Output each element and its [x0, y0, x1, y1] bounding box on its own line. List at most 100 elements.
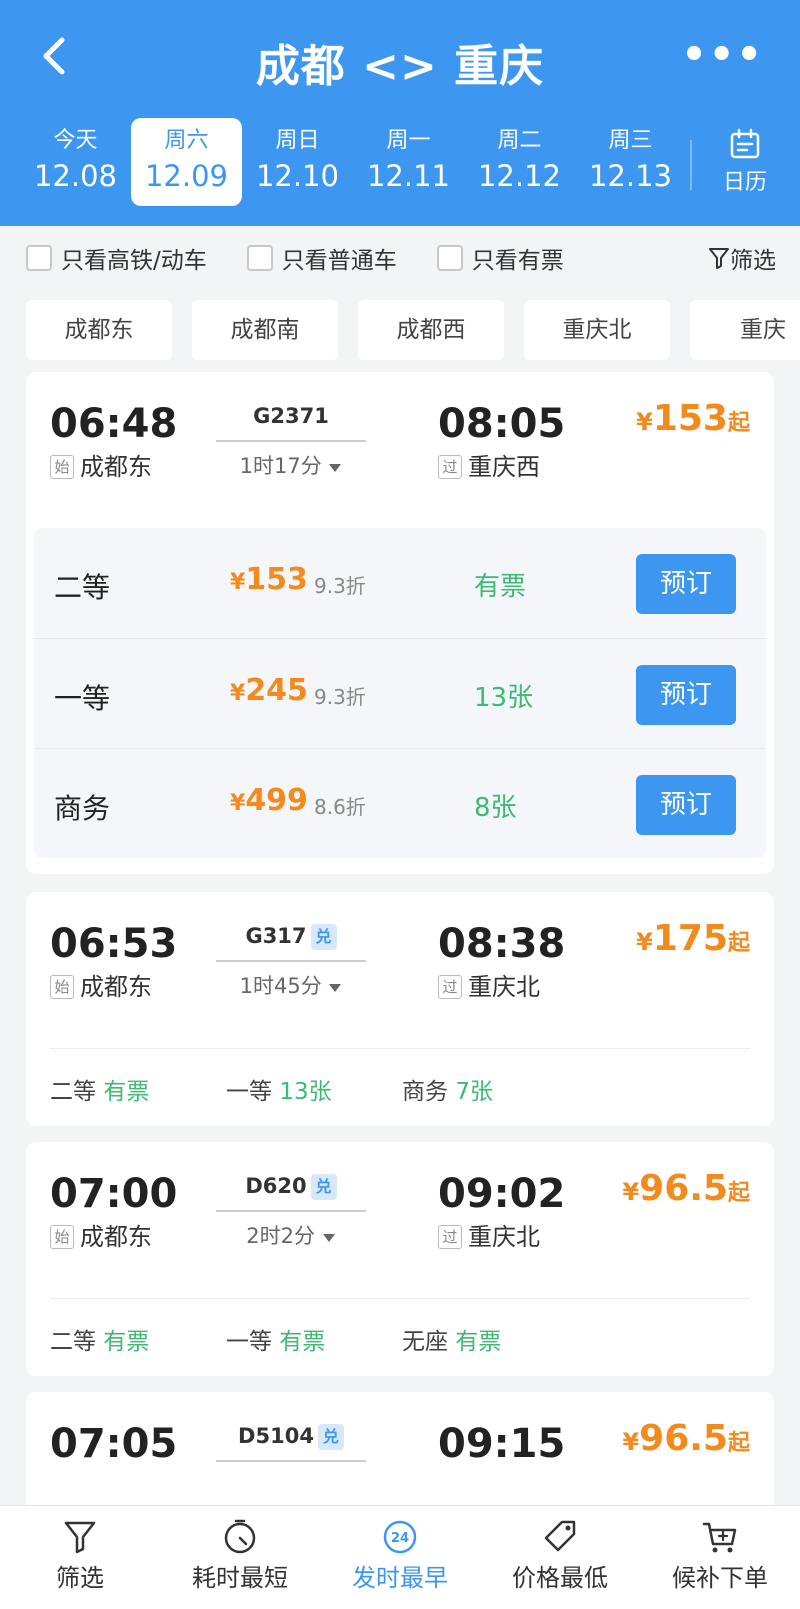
divider [690, 140, 692, 190]
departure-station: 始 成都东 [50, 452, 152, 482]
filter-bar: 只看高铁/动车 只看普通车 只看有票 筛选 [26, 238, 776, 278]
date-tab[interactable]: 周日 12.10 [242, 118, 353, 206]
date-tab-selected[interactable]: 周六 12.09 [131, 118, 242, 206]
seat-panel: 二等 ¥153 9.3折 有票 预订 一等 ¥245 9.3折 13张 预订 商… [34, 528, 766, 858]
tab-label: 筛选 [56, 1564, 104, 1592]
seat-price-value: 245 [245, 673, 308, 708]
station-chip[interactable]: 重庆 [690, 300, 800, 360]
date-value: 12.08 [33, 159, 118, 193]
currency-symbol: ¥ [636, 928, 653, 956]
currency-symbol: ¥ [230, 570, 246, 595]
caret-down-icon [322, 1234, 335, 1242]
departure-time: 07:05 [50, 1421, 178, 1467]
date-weekday: 周日 [275, 128, 320, 153]
date-tab[interactable]: 周二 12.12 [464, 118, 575, 206]
currency-symbol: ¥ [230, 681, 246, 706]
train-card[interactable]: 06:48 始 成都东 G2371 1时17分 08:05 过 重庆西 ¥153… [26, 372, 774, 874]
filter-button[interactable]: 筛选 [708, 241, 776, 275]
duration[interactable]: 2时2分 [216, 1220, 366, 1250]
caret-down-icon [329, 984, 342, 992]
divider [50, 1298, 750, 1299]
train-number: G317 [245, 924, 307, 948]
book-button[interactable]: 预订 [636, 775, 736, 835]
tab-label: 候补下单 [672, 1564, 768, 1592]
arrival-time: 09:02 [438, 1171, 566, 1217]
date-tab[interactable]: 今天 12.08 [20, 118, 131, 206]
duration[interactable]: 1时45分 [216, 970, 366, 1000]
price-suffix: 起 [727, 411, 750, 436]
tab-earliest-departure[interactable]: 24 发时最早 [320, 1506, 480, 1609]
date-value: 12.12 [477, 159, 562, 193]
origin-tag: 始 [50, 455, 74, 479]
date-tab[interactable]: 周一 12.11 [353, 118, 464, 206]
station-name: 重庆北 [468, 1223, 540, 1251]
tab-label: 发时最早 [352, 1564, 448, 1592]
station-chip[interactable]: 重庆北 [524, 300, 670, 360]
price-suffix: 起 [727, 1431, 750, 1456]
filter-icon [64, 1521, 96, 1554]
pass-tag: 过 [438, 975, 462, 999]
tab-shortest-duration[interactable]: 耗时最短 [160, 1506, 320, 1609]
duration-text: 1时45分 [239, 974, 322, 998]
normal-train-only-checkbox[interactable]: 只看普通车 [246, 241, 397, 275]
seat-discount: 9.3折 [314, 574, 366, 598]
seat-class: 二等 [54, 571, 111, 604]
price-value: 153 [652, 398, 728, 439]
tab-filter[interactable]: 筛选 [0, 1506, 160, 1609]
checkbox-label: 只看高铁/动车 [61, 248, 207, 274]
station-chip[interactable]: 成都东 [26, 300, 172, 360]
seat-availability: 有票 [103, 1329, 150, 1355]
book-button[interactable]: 预订 [636, 554, 736, 614]
date-weekday: 今天 [53, 128, 98, 153]
seat-availability: 13张 [279, 1079, 332, 1105]
arrival-station: 过 重庆北 [438, 972, 540, 1002]
station-name: 成都东 [80, 973, 152, 1001]
station-chip[interactable]: 成都西 [358, 300, 504, 360]
seat-summary: 一等 有票 [226, 1322, 325, 1356]
checkbox-box [246, 245, 273, 271]
calendar-label: 日历 [722, 170, 767, 195]
departure-time: 06:48 [50, 401, 178, 447]
date-value: 12.09 [144, 159, 229, 193]
lowest-price: ¥175起 [636, 918, 750, 959]
route-line [216, 1460, 366, 1462]
duration[interactable]: 1时17分 [216, 450, 366, 480]
exchange-badge: 兑 [310, 924, 337, 950]
tab-lowest-price[interactable]: 价格最低 [480, 1506, 640, 1609]
calendar-button[interactable]: 日历 [710, 124, 780, 196]
date-weekday: 周六 [164, 128, 209, 153]
train-card[interactable]: 06:53 始 成都东 G317 兑 1时45分 08:38 过 重庆北 ¥175… [26, 892, 774, 1126]
price-suffix: 起 [727, 1181, 750, 1206]
clock-24-text: 24 [391, 1531, 409, 1546]
filter-icon [709, 248, 729, 269]
origin-tag: 始 [50, 975, 74, 999]
tab-label: 价格最低 [512, 1564, 608, 1592]
arrival-station: 过 重庆西 [438, 452, 540, 482]
seat-price: ¥153 [230, 562, 308, 597]
route-title: 成都 <> 重庆 [255, 41, 545, 92]
date-value: 12.13 [588, 159, 673, 193]
train-summary: 06:53 始 成都东 G317 兑 1时45分 08:38 过 重庆北 ¥175… [26, 892, 774, 1012]
seat-availability: 有票 [455, 1329, 502, 1355]
train-card[interactable]: 07:00 始 成都东 D620 兑 2时2分 09:02 过 重庆北 ¥96.5… [26, 1142, 774, 1376]
date-weekday: 周一 [386, 128, 431, 153]
tab-label: 耗时最短 [192, 1564, 288, 1592]
station-chip[interactable]: 成都南 [192, 300, 338, 360]
divider [50, 1048, 750, 1049]
train-number: D5104 [238, 1424, 314, 1448]
tab-waitlist[interactable]: 候补下单 [640, 1506, 800, 1609]
high-speed-only-checkbox[interactable]: 只看高铁/动车 [26, 241, 207, 275]
available-only-checkbox[interactable]: 只看有票 [436, 241, 564, 275]
book-button[interactable]: 预订 [636, 665, 736, 725]
filter-label: 筛选 [730, 248, 776, 274]
currency-symbol: ¥ [622, 1428, 640, 1456]
exchange-badge: 兑 [317, 1424, 344, 1450]
price-value: 175 [652, 918, 728, 959]
seat-row: 二等 ¥153 9.3折 有票 预订 [34, 528, 766, 638]
date-tab[interactable]: 周三 12.13 [575, 118, 686, 206]
more-menu-button[interactable]: ••• [681, 35, 764, 75]
departure-time: 06:53 [50, 921, 178, 967]
seat-availability: 有票 [103, 1079, 150, 1105]
train-number-wrap: G317 兑 [216, 924, 366, 950]
station-name: 成都东 [80, 1223, 152, 1251]
